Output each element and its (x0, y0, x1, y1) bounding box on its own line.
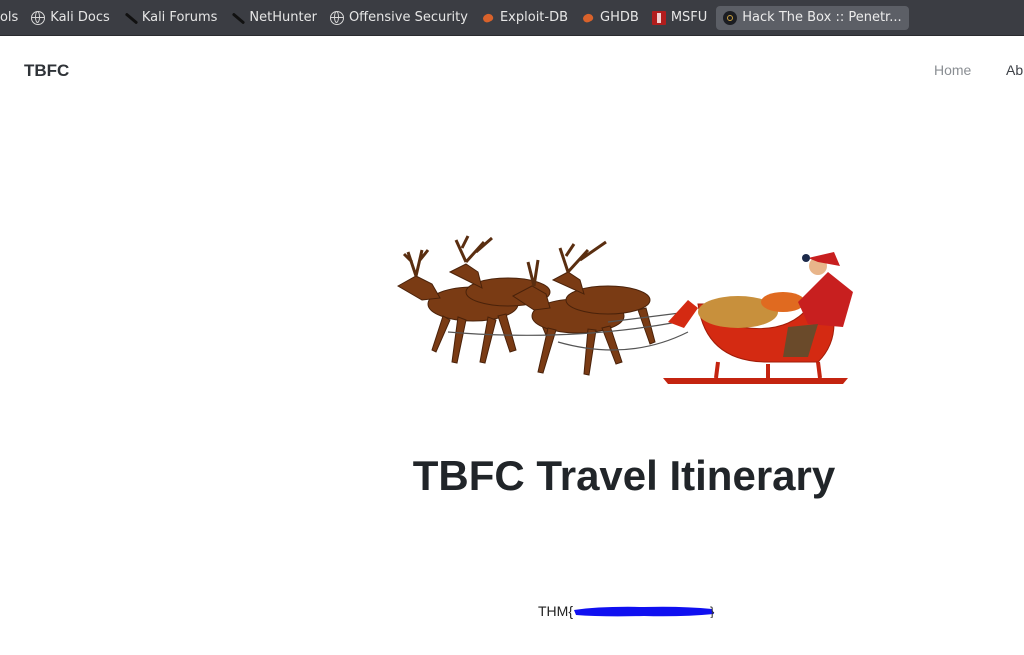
reindeer (396, 249, 519, 364)
bookmark-label: Exploit-DB (499, 10, 569, 25)
bookmark-label: Kali Docs (50, 10, 110, 25)
kali-dragon-icon (123, 11, 137, 25)
bookmark-msfu[interactable]: MSFU (646, 6, 713, 30)
bookmarks-toolbar: ools Kali Docs Kali Forums NetHunter Off… (0, 0, 1024, 36)
flag-text: THM{ (538, 603, 573, 619)
exploit-db-icon (581, 11, 595, 25)
bookmark-nethunter[interactable]: NetHunter (224, 6, 323, 30)
reindeer-group (396, 235, 656, 376)
santa-sleigh-image (396, 235, 853, 384)
bookmark-label: MSFU (670, 10, 708, 25)
bookmark-offensive-security[interactable]: Offensive Security (324, 6, 474, 30)
bookmark-kali-forums[interactable]: Kali Forums (117, 6, 224, 30)
bookmark-kali-docs[interactable]: Kali Docs (25, 6, 116, 30)
brand-logo[interactable]: TBFC (24, 61, 69, 81)
bookmark-label: GHDB (600, 10, 639, 25)
nav-home-link[interactable]: Home (934, 62, 971, 78)
globe-icon (329, 10, 344, 25)
kali-dragon-icon (230, 11, 244, 25)
bookmark-label: ools (0, 10, 19, 25)
exploit-db-icon (481, 11, 495, 25)
bookmark-tools[interactable]: ools (0, 6, 24, 30)
bookmark-hack-the-box[interactable]: Hack The Box :: Penetr... (716, 5, 909, 30)
flag-suffix: } (710, 604, 715, 618)
msfu-icon (651, 10, 666, 25)
bookmark-label: NetHunter (249, 10, 317, 25)
flag-prefix: THM{ (538, 603, 573, 619)
bookmark-label: Offensive Security (348, 10, 468, 25)
bookmark-exploit-db[interactable]: Exploit-DB (475, 6, 574, 30)
page-title: TBFC Travel Itinerary (412, 452, 836, 499)
htb-icon (723, 10, 738, 25)
globe-icon (31, 10, 46, 25)
nav-about-link[interactable]: Ab (1006, 62, 1023, 78)
redaction-scribble: } (574, 604, 715, 618)
bookmark-ghdb[interactable]: GHDB (575, 6, 645, 30)
bookmark-label: Hack The Box :: Penetr... (742, 10, 902, 25)
site-navbar: TBFC Home Ab (0, 37, 1024, 103)
bookmark-label: Kali Forums (141, 10, 218, 25)
